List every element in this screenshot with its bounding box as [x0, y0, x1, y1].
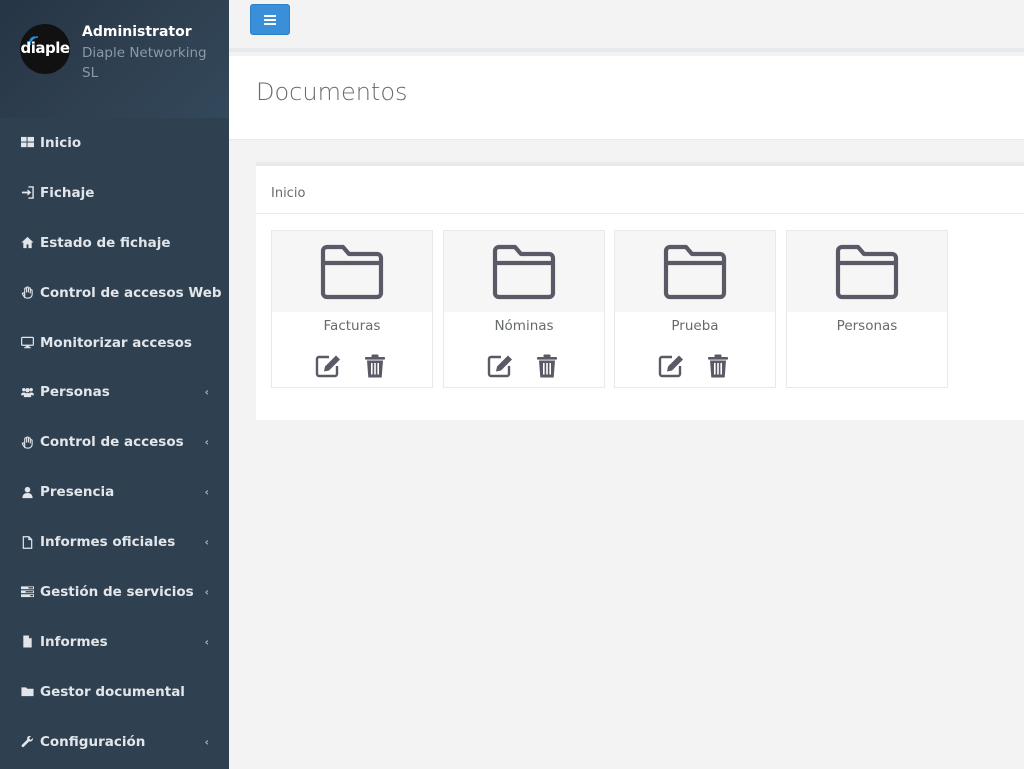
- sidebar-item-estado-fichaje[interactable]: Estado de fichaje: [0, 218, 229, 268]
- sidebar-item-label: Estado de fichaje: [40, 234, 171, 251]
- sidebar-item-gestion-servicios[interactable]: Gestión de servicios ‹: [0, 567, 229, 617]
- hand-icon: [20, 286, 34, 300]
- sidebar-item-label: Control de accesos Web: [40, 284, 222, 301]
- sidebar-item-label: Informes: [40, 633, 108, 650]
- sidebar-item-label: Presencia: [40, 484, 115, 501]
- page-title: Documentos: [256, 78, 408, 106]
- folder-icon: [20, 685, 34, 699]
- sidebar-item-control-accesos-web[interactable]: Control de accesos Web: [0, 268, 229, 318]
- edit-icon[interactable]: [657, 352, 687, 380]
- top-navbar: [229, 0, 1024, 52]
- folder-card[interactable]: Prueba: [614, 230, 776, 388]
- sign-in-icon: [20, 186, 34, 200]
- folder-card[interactable]: Nóminas: [443, 230, 605, 388]
- sidebar: diaple Administrator Diaple Networking S…: [0, 0, 229, 769]
- logo-text: diaple: [20, 39, 70, 57]
- user-icon: [20, 485, 34, 499]
- chevron-left-icon: ‹: [204, 735, 209, 749]
- edit-icon[interactable]: [486, 352, 516, 380]
- sidebar-item-label: Personas: [40, 384, 110, 401]
- desktop-icon: [20, 336, 34, 350]
- sidebar-item-label: Inicio: [40, 134, 82, 151]
- sidebar-item-label: Gestor documental: [40, 683, 185, 700]
- folder-thumbnail[interactable]: [615, 231, 775, 312]
- breadcrumb[interactable]: Inicio: [271, 186, 305, 201]
- sidebar-item-label: Informes oficiales: [40, 534, 176, 551]
- chevron-left-icon: ‹: [204, 485, 209, 499]
- folder-name[interactable]: Facturas: [272, 318, 432, 334]
- folder-actions: [444, 352, 604, 380]
- edit-icon[interactable]: [314, 352, 344, 380]
- folder-card[interactable]: Personas: [786, 230, 948, 388]
- file-icon: [20, 635, 34, 649]
- profile-name[interactable]: Administrator: [82, 24, 192, 40]
- chevron-left-icon: ‹: [204, 635, 209, 649]
- chevron-left-icon: ‹: [204, 385, 209, 399]
- folder-name[interactable]: Prueba: [615, 318, 775, 334]
- trash-icon[interactable]: [360, 352, 390, 380]
- sidebar-item-informes-oficiales[interactable]: Informes oficiales ‹: [0, 517, 229, 567]
- folder-card[interactable]: Facturas: [271, 230, 433, 388]
- sidebar-item-label: Monitorizar accesos: [40, 334, 192, 351]
- sidebar-item-fichaje[interactable]: Fichaje: [0, 168, 229, 218]
- sidebar-item-personas[interactable]: Personas ‹: [0, 367, 229, 417]
- hand-icon: [20, 435, 34, 449]
- folder-actions: [615, 352, 775, 380]
- folder-icon: [320, 244, 384, 299]
- folder-name[interactable]: Personas: [787, 318, 947, 334]
- menu-toggle-button[interactable]: [250, 4, 290, 35]
- folder-icon: [835, 244, 899, 299]
- trash-icon[interactable]: [703, 352, 733, 380]
- sidebar-item-label: Fichaje: [40, 184, 95, 201]
- sidebar-item-configuracion[interactable]: Configuración ‹: [0, 717, 229, 767]
- sidebar-item-label: Gestión de servicios: [40, 583, 194, 600]
- sidebar-item-informes[interactable]: Informes ‹: [0, 617, 229, 667]
- sidebar-item-control-accesos[interactable]: Control de accesos ‹: [0, 417, 229, 467]
- sidebar-item-inicio[interactable]: Inicio: [0, 118, 229, 168]
- sidebar-item-label: Control de accesos: [40, 434, 184, 451]
- folder-thumbnail[interactable]: [787, 231, 947, 312]
- tasks-icon: [20, 585, 34, 599]
- page-heading: Documentos: [229, 56, 1024, 140]
- sidebar-menu: Inicio Fichaje Estado de fichaje Control…: [0, 118, 229, 767]
- folder-thumbnail[interactable]: [272, 231, 432, 312]
- folder-icon: [492, 244, 556, 299]
- bars-icon: [264, 14, 276, 25]
- folder-actions: [272, 352, 432, 380]
- profile-company: Diaple Networking SL: [82, 45, 207, 81]
- folder-thumbnail[interactable]: [444, 231, 604, 312]
- sidebar-item-monitorizar-accesos[interactable]: Monitorizar accesos: [0, 318, 229, 368]
- users-icon: [20, 385, 34, 399]
- documents-panel: Inicio Facturas Nóminas Prueba Personas: [256, 162, 1024, 420]
- chevron-left-icon: ‹: [204, 535, 209, 549]
- home-icon: [20, 236, 34, 250]
- th-large-icon: [20, 136, 34, 150]
- wrench-icon: [20, 735, 34, 749]
- divider: [256, 213, 1024, 214]
- sidebar-item-label: Configuración: [40, 733, 146, 750]
- profile-header: diaple Administrator Diaple Networking S…: [0, 0, 229, 118]
- trash-icon[interactable]: [532, 352, 562, 380]
- chevron-left-icon: ‹: [204, 585, 209, 599]
- sidebar-item-gestor-documental[interactable]: Gestor documental: [0, 667, 229, 717]
- file-o-icon: [20, 535, 34, 549]
- company-logo[interactable]: diaple: [20, 24, 70, 74]
- folder-icon: [663, 244, 727, 299]
- chevron-left-icon: ‹: [204, 435, 209, 449]
- sidebar-item-presencia[interactable]: Presencia ‹: [0, 467, 229, 517]
- folder-name[interactable]: Nóminas: [444, 318, 604, 334]
